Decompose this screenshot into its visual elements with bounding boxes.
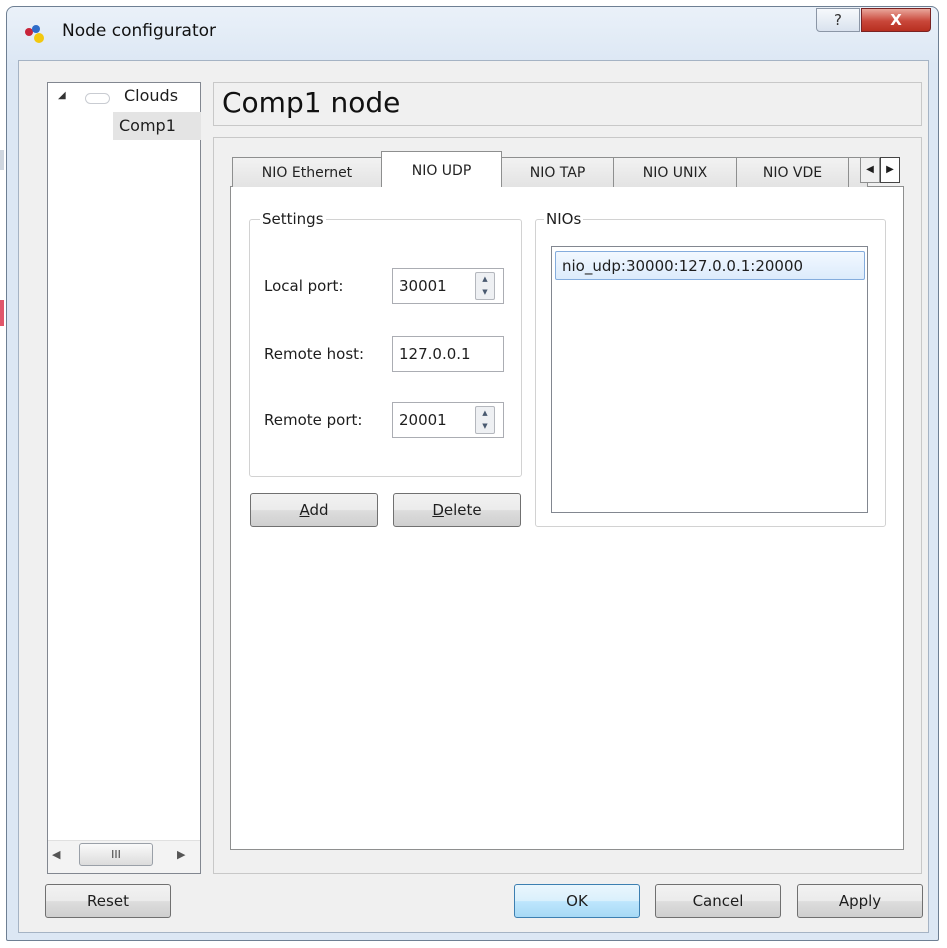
scroll-left-icon[interactable]: ◀: [52, 848, 60, 861]
delete-mnemonic: D: [432, 501, 444, 519]
local-port-value: 30001: [399, 277, 447, 295]
add-mnemonic: A: [299, 501, 310, 519]
spin-down-icon[interactable]: ▼: [476, 420, 494, 433]
delete-button[interactable]: Delete: [393, 493, 521, 527]
settings-group-title: Settings: [260, 210, 326, 228]
app-icon: [25, 25, 44, 43]
help-icon: ?: [834, 11, 842, 29]
desktop-edge-accent: [0, 300, 4, 326]
node-title: Comp1 node: [222, 86, 401, 119]
node-tree[interactable]: [47, 82, 201, 874]
local-port-label: Local port:: [264, 277, 344, 295]
scroll-thumb[interactable]: III: [79, 843, 153, 866]
tab-scroll-right-icon[interactable]: ▶: [880, 157, 900, 183]
apply-button[interactable]: Apply: [797, 884, 923, 918]
window-title: Node configurator: [62, 21, 217, 41]
remote-port-label: Remote port:: [264, 411, 363, 429]
add-label: dd: [309, 501, 329, 519]
tab-scroll-left-icon[interactable]: ◀: [860, 157, 880, 183]
nio-list[interactable]: [551, 246, 868, 513]
tab-nio-vde[interactable]: NIO VDE: [736, 157, 849, 187]
cancel-button[interactable]: Cancel: [655, 884, 781, 918]
nios-group-title: NIOs: [544, 210, 584, 228]
spin-down-icon[interactable]: ▼: [476, 286, 494, 299]
remote-host-input[interactable]: 127.0.0.1: [392, 336, 504, 372]
spin-up-icon[interactable]: ▲: [476, 407, 494, 420]
remote-host-label: Remote host:: [264, 345, 365, 363]
spin-up-icon[interactable]: ▲: [476, 273, 494, 286]
tab-nio-udp[interactable]: NIO UDP: [381, 151, 502, 187]
tab-nio-ethernet[interactable]: NIO Ethernet: [232, 157, 382, 187]
local-port-stepper[interactable]: ▲ ▼: [475, 272, 495, 300]
remote-port-value: 20001: [399, 411, 447, 429]
tab-nio-tap[interactable]: NIO TAP: [501, 157, 614, 187]
cloud-icon: [85, 93, 110, 104]
remote-host-value: 127.0.0.1: [399, 345, 471, 363]
tree-item-clouds[interactable]: Clouds: [124, 86, 178, 105]
desktop-edge: [0, 150, 4, 170]
scroll-right-icon[interactable]: ▶: [177, 848, 185, 861]
close-button[interactable]: X: [861, 8, 931, 32]
tree-expand-icon[interactable]: ◢: [58, 90, 66, 101]
list-item[interactable]: nio_udp:30000:127.0.0.1:20000: [555, 251, 865, 280]
remote-port-stepper[interactable]: ▲ ▼: [475, 406, 495, 434]
tree-item-comp1[interactable]: Comp1: [113, 112, 201, 140]
reset-button[interactable]: Reset: [45, 884, 171, 918]
add-button[interactable]: Add: [250, 493, 378, 527]
ok-button[interactable]: OK: [514, 884, 640, 918]
help-button[interactable]: ?: [816, 8, 860, 32]
tab-nio-unix[interactable]: NIO UNIX: [613, 157, 737, 187]
delete-label: elete: [443, 501, 482, 519]
close-icon: X: [890, 11, 902, 29]
